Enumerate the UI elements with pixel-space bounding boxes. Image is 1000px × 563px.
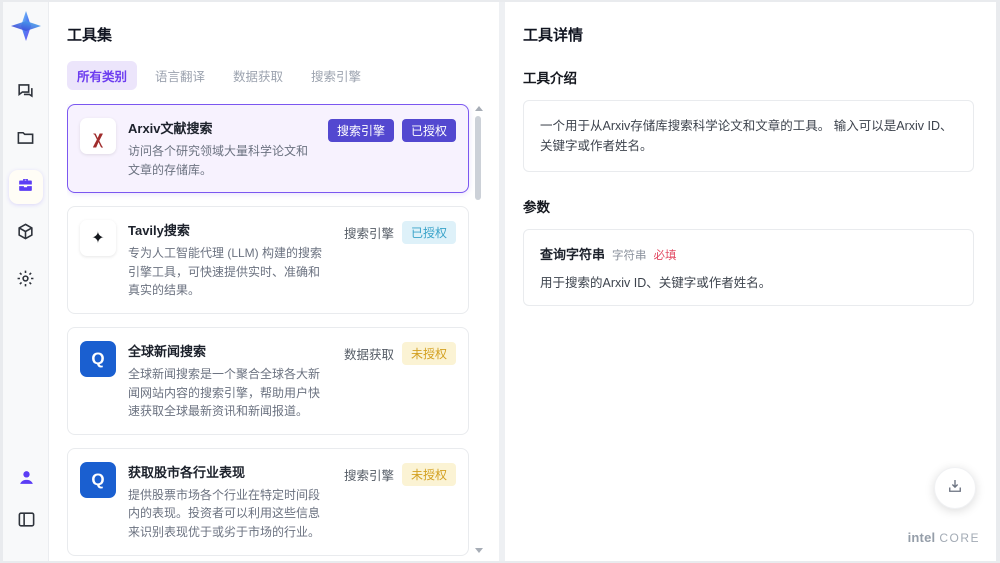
intel-core-logo: intel core [908, 530, 980, 545]
tool-card-global-news[interactable]: Q 全球新闻搜索 全球新闻搜索是一个聚合全球各大新闻网站内容的搜索引擎，帮助用户… [67, 326, 469, 435]
tool-description: 提供股票市场各个行业在特定时间段内的表现。投资者可以利用这些信息来识别表现优于或… [128, 487, 321, 539]
tool-card-sector-performance[interactable]: Q 获取股市各行业表现 提供股票市场各个行业在特定时间段内的表现。投资者可以利用… [67, 447, 469, 556]
param-type: 字符串 [612, 250, 647, 262]
gear-icon [16, 269, 35, 293]
category-tabs: 所有类别 语言翻译 数据获取 搜索引擎 [67, 61, 483, 90]
tool-list: χ Arxiv文献搜索 访问各个研究领域大量科学论文和文章的存储库。 搜索引擎 … [67, 104, 483, 561]
tool-name: Arxiv文献搜索 [128, 121, 213, 136]
sidebar-item-files[interactable] [9, 123, 43, 157]
auth-status-badge: 已授权 [401, 119, 456, 142]
panel-toggle-button[interactable] [9, 505, 43, 539]
folder-icon [16, 128, 35, 152]
auth-status-badge: 未授权 [401, 462, 456, 486]
app-window: 工具集 所有类别 语言翻译 数据获取 搜索引擎 χ Arxiv文献搜索 访问各个… [3, 2, 996, 561]
param-item: 查询字符串 字符串 必填 用于搜索的Arxiv ID、关键字或作者姓名。 [523, 229, 974, 306]
tool-name: 获取股市各行业表现 [128, 464, 246, 480]
download-button[interactable] [934, 467, 976, 509]
download-icon [946, 477, 964, 500]
tab-all-categories[interactable]: 所有类别 [67, 61, 138, 90]
list-scrollbar[interactable] [473, 104, 483, 555]
package-icon [16, 222, 35, 246]
stock-tool-logo-icon: Q [80, 461, 116, 498]
sidebar-item-settings[interactable] [9, 264, 43, 298]
tool-description: 全球新闻搜索是一个聚合全球各大新闻网站内容的搜索引擎，帮助用户快速获取全球最新资… [128, 366, 321, 419]
sidebar-item-chat[interactable] [9, 76, 43, 110]
auth-status-badge: 已授权 [401, 221, 456, 245]
category-label: 搜索引擎 [343, 227, 394, 242]
app-logo-icon [10, 10, 42, 42]
scrollbar-thumb[interactable] [475, 116, 481, 200]
category-label: 数据获取 [343, 347, 394, 362]
brand-core: core [939, 531, 980, 545]
intro-text: 一个用于从Arxiv存储库搜索科学论文和文章的工具。 输入可以是Arxiv ID… [523, 100, 974, 172]
scroll-up-icon[interactable] [475, 106, 483, 111]
param-name: 查询字符串 [540, 247, 606, 262]
intro-heading: 工具介绍 [523, 71, 577, 86]
category-badge: 搜索引擎 [327, 119, 394, 142]
brand-intel: intel [907, 530, 936, 545]
tool-card-tavily[interactable]: ✦ Tavily搜索 专为人工智能代理 (LLM) 构建的搜索引擎工具，可快速提… [67, 206, 469, 314]
params-heading: 参数 [523, 200, 550, 215]
auth-status-badge: 未授权 [401, 341, 456, 365]
scroll-down-icon[interactable] [475, 548, 483, 553]
tool-description: 访问各个研究领域大量科学论文和文章的存储库。 [128, 144, 309, 177]
tab-search-engine[interactable]: 搜索引擎 [301, 61, 371, 90]
user-icon [17, 468, 36, 492]
tab-data-fetch[interactable]: 数据获取 [223, 61, 293, 90]
toolbox-icon [16, 175, 35, 199]
toolset-panel: 工具集 所有类别 语言翻译 数据获取 搜索引擎 χ Arxiv文献搜索 访问各个… [49, 2, 499, 561]
arxiv-logo-icon: χ [80, 118, 116, 154]
tavily-logo-icon: ✦ [80, 220, 116, 257]
param-description: 用于搜索的Arxiv ID、关键字或作者姓名。 [540, 276, 772, 290]
tool-name: 全球新闻搜索 [128, 343, 207, 359]
details-title: 工具详情 [523, 27, 584, 44]
sidebar-item-packages[interactable] [9, 217, 43, 251]
tab-translation[interactable]: 语言翻译 [145, 61, 215, 90]
page-title: 工具集 [67, 27, 113, 44]
tool-description: 专为人工智能代理 (LLM) 构建的搜索引擎工具，可快速提供实时、准确和真实的结… [128, 246, 323, 298]
param-required-flag: 必填 [653, 250, 677, 262]
category-label: 搜索引擎 [343, 468, 394, 483]
panel-toggle-icon [17, 510, 36, 534]
icon-rail [3, 2, 49, 561]
user-avatar-button[interactable] [9, 463, 43, 497]
tool-name: Tavily搜索 [128, 223, 190, 239]
sidebar-item-toolset[interactable] [8, 170, 43, 204]
tool-card-arxiv[interactable]: χ Arxiv文献搜索 访问各个研究领域大量科学论文和文章的存储库。 搜索引擎 … [67, 104, 469, 194]
tool-details-panel: 工具详情 工具介绍 一个用于从Arxiv存储库搜索科学论文和文章的工具。 输入可… [505, 2, 996, 561]
chat-icon [16, 81, 35, 105]
news-search-logo-icon: Q [80, 340, 116, 377]
